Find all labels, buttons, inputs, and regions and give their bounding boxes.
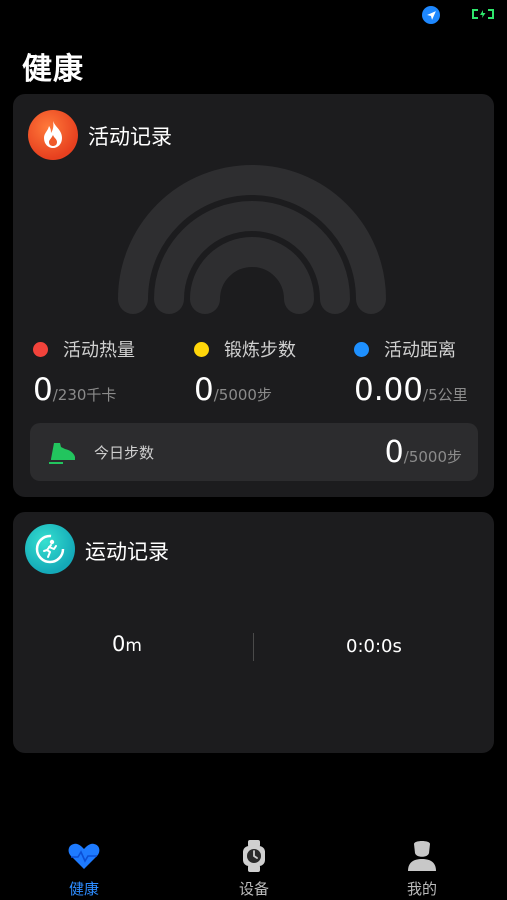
today-steps-row[interactable]: 今日步数 0/5000步 — [30, 423, 478, 481]
tab-device[interactable]: 设备 — [214, 830, 294, 900]
metric-label: 锻炼步数 — [224, 340, 296, 361]
metric-goal: /5公里 — [423, 386, 468, 404]
location-arrow-icon — [422, 6, 440, 24]
sport-distance: 0m — [112, 632, 142, 656]
running-icon — [25, 524, 75, 574]
page-title: 健康 — [22, 52, 84, 87]
sport-duration: 0:0:0s — [346, 636, 402, 657]
today-steps-label: 今日步数 — [94, 444, 155, 462]
person-icon — [408, 841, 436, 871]
activity-card[interactable]: 活动记录 活动热量 0/230千卡 锻炼步数 0/5000步 活动距离 0.00… — [13, 94, 494, 497]
today-steps-goal: /5000步 — [403, 448, 462, 466]
activity-rings — [118, 165, 386, 314]
distance-dot — [354, 342, 369, 357]
steps-dot — [194, 342, 209, 357]
today-steps-value: 0 — [384, 435, 404, 470]
tab-bar: 健康 设备 我的 — [0, 830, 507, 900]
sport-distance-value: 0 — [112, 632, 126, 656]
flame-icon — [28, 110, 78, 160]
calorie-dot — [33, 342, 48, 357]
tab-label: 健康 — [68, 880, 99, 898]
metric-value: 0 — [194, 372, 214, 408]
screen: 健康 活动记录 活动热量 0/230千卡 锻炼步数 0/5000步 活动距离 0… — [0, 0, 507, 900]
tab-label: 设备 — [238, 880, 269, 898]
activity-title: 活动记录 — [88, 125, 172, 149]
metric-goal: /5000步 — [213, 386, 272, 404]
metric-goal: /230千卡 — [52, 386, 117, 404]
sport-title: 运动记录 — [85, 540, 169, 564]
heart-icon — [68, 843, 100, 869]
tab-me[interactable]: 我的 — [382, 830, 462, 900]
watch-icon — [243, 840, 265, 872]
metric-value: 0.00 — [354, 372, 424, 408]
tab-label: 我的 — [406, 880, 437, 898]
sport-card[interactable]: 运动记录 0m 0:0:0s — [13, 512, 494, 753]
sport-distance-unit: m — [125, 636, 142, 656]
divider — [253, 633, 254, 661]
shoe-icon — [49, 443, 75, 464]
metric-label: 活动热量 — [63, 340, 135, 361]
metric-label: 活动距离 — [384, 340, 456, 361]
metric-value: 0 — [33, 372, 53, 408]
tab-health[interactable]: 健康 — [44, 830, 124, 900]
battery-charging-icon — [472, 9, 494, 19]
status-bar — [0, 0, 507, 30]
